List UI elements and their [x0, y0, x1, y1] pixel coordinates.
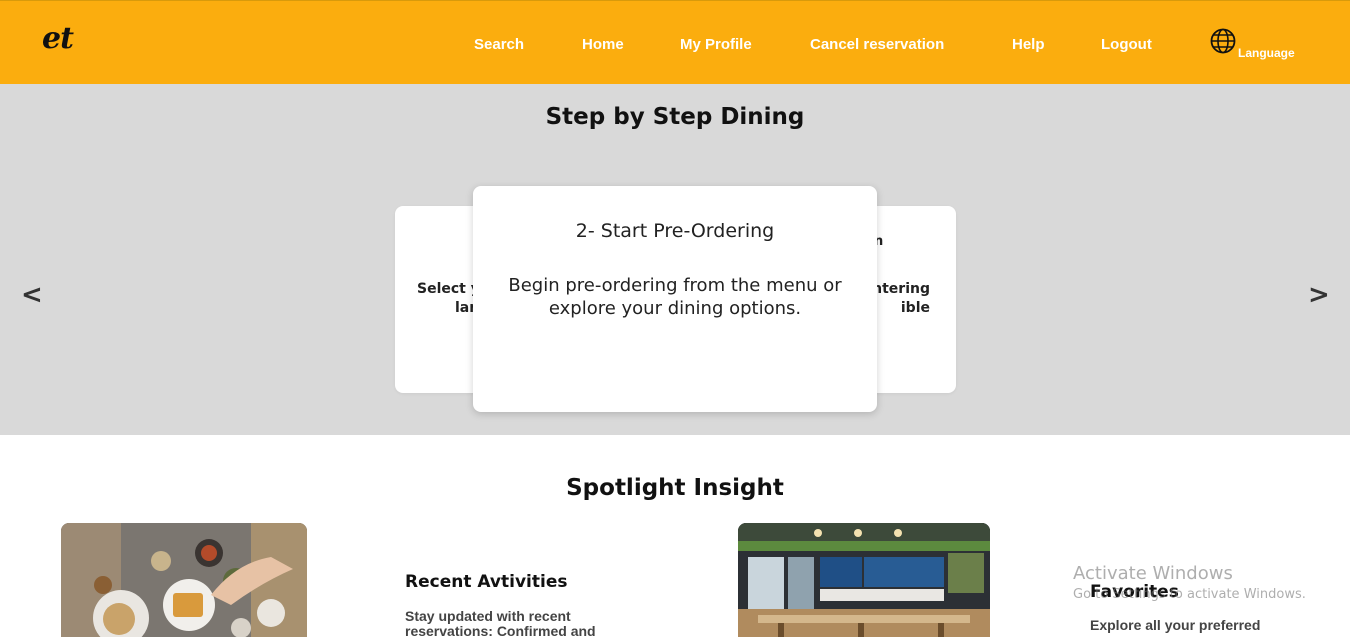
step-card-text-line: ible [900, 300, 930, 316]
step-card-text: ntering ible [872, 280, 930, 318]
step-by-step-section: Step by Step Dining < > Select y lan n n… [0, 84, 1350, 435]
recent-activities-image [61, 523, 307, 637]
language-label: Language [1238, 46, 1295, 60]
step-card-text: Select y lan [417, 280, 480, 318]
carousel-next-button[interactable]: > [1308, 280, 1330, 310]
step-card-text: Begin pre-ordering from the menu or expl… [508, 275, 842, 319]
nav-my-profile[interactable]: My Profile [680, 36, 752, 53]
nav-cancel-reservation[interactable]: Cancel reservation [810, 36, 944, 53]
globe-icon [1210, 28, 1236, 54]
nav-logout[interactable]: Logout [1101, 36, 1152, 53]
nav-help[interactable]: Help [1012, 36, 1045, 53]
nav-home[interactable]: Home [582, 36, 624, 53]
top-navbar: et Search Home My Profile Cancel reserva… [0, 0, 1350, 84]
step-card-active[interactable]: 2- Start Pre-Ordering Begin pre-ordering… [473, 186, 877, 412]
logo[interactable]: et [42, 21, 74, 56]
section-title: Step by Step Dining [545, 104, 805, 130]
favorites-text: Explore all your preferred [1090, 617, 1261, 633]
recent-activities-title: Recent Avtivities [405, 572, 568, 592]
step-card-text-line: ntering [872, 281, 930, 297]
favorites-image [738, 523, 990, 637]
step-card-text-line: lan [455, 300, 480, 316]
favorites-title: Favorites [1090, 582, 1179, 602]
watermark-title: Activate Windows [1073, 563, 1233, 584]
step-card-text-line: Select y [417, 281, 480, 297]
recent-activities-text: Stay updated with recent reservations: C… [405, 608, 596, 637]
step-card-title: 2- Start Pre-Ordering [575, 220, 775, 242]
spotlight-title: Spotlight Insight [566, 475, 784, 501]
nav-search[interactable]: Search [474, 36, 524, 53]
carousel-prev-button[interactable]: < [21, 280, 43, 310]
